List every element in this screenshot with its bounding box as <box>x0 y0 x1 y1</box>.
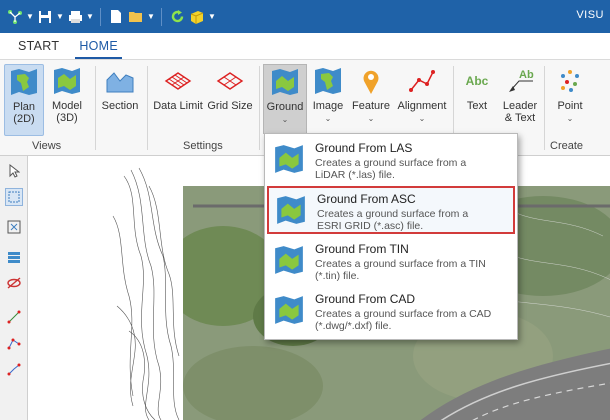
grid-size-button[interactable]: Grid Size <box>206 64 254 112</box>
open-folder-icon[interactable] <box>127 8 145 26</box>
chevron-down-icon[interactable]: ▼ <box>26 8 34 26</box>
section-profile-icon <box>103 64 137 98</box>
grid-limit-icon <box>161 64 195 98</box>
section-button[interactable]: Section <box>98 64 142 112</box>
plan-label: Plan (2D) <box>12 101 36 125</box>
plan-2d-button[interactable]: Plan (2D) <box>4 64 44 136</box>
chevron-down-icon: ⌄ <box>281 115 289 124</box>
leader-text-button[interactable]: Ab Leader & Text <box>500 64 540 124</box>
menu-item-description: Creates a ground surface from a ESRI GRI… <box>317 208 469 232</box>
window-title: VISU <box>576 9 604 21</box>
ground-button[interactable]: Ground ⌄ <box>263 64 307 134</box>
polyline-vertex-icon[interactable] <box>5 334 23 352</box>
data-limit-button[interactable]: Data Limit <box>151 64 205 112</box>
leader-text-label: Leader & Text <box>502 100 538 124</box>
leader-text-icon: Ab <box>503 64 537 98</box>
title-bar: ▼ ▼ ▼ ▼ ▼ VISU <box>0 0 610 33</box>
grid-size-icon <box>213 64 247 98</box>
refresh-icon[interactable] <box>168 8 186 26</box>
alignment-tool-icon[interactable] <box>5 360 23 378</box>
menu-item-ground-from-asc[interactable]: Ground From ASC Creates a ground surface… <box>267 186 515 234</box>
section-label: Section <box>101 100 139 112</box>
group-separator <box>259 66 260 150</box>
cube-icon[interactable] <box>188 8 206 26</box>
model-3d-button[interactable]: Model (3D) <box>46 64 88 124</box>
app-logo-icon[interactable] <box>6 8 24 26</box>
group-label-settings: Settings <box>183 140 223 152</box>
chevron-down-icon: ⌄ <box>566 114 574 123</box>
hide-eye-icon[interactable] <box>5 274 23 292</box>
chevron-down-icon: ⌄ <box>367 114 375 123</box>
point-cloud-icon <box>553 64 587 98</box>
layers-icon[interactable] <box>5 248 23 266</box>
save-icon[interactable] <box>36 8 54 26</box>
print-icon[interactable] <box>66 8 84 26</box>
toolbar-separator <box>161 7 162 26</box>
menu-item-title: Ground From CAD <box>315 292 416 306</box>
ground-map-icon <box>273 143 305 175</box>
group-label-views: Views <box>32 140 62 152</box>
ground-map-icon <box>268 65 302 99</box>
image-map-icon <box>311 64 345 98</box>
ground-map-icon <box>273 244 305 276</box>
chevron-down-icon: ⌄ <box>324 114 332 123</box>
chevron-down-icon: ⌄ <box>418 114 426 123</box>
map-pin-icon <box>354 64 388 98</box>
group-separator <box>95 66 96 150</box>
menu-item-title: Ground From TIN <box>315 242 409 256</box>
ground-map-icon <box>275 194 307 226</box>
new-file-icon[interactable] <box>107 8 125 26</box>
open-dropdown-icon[interactable]: ▼ <box>147 8 155 26</box>
svg-text:Ab: Ab <box>519 69 534 81</box>
alignment-icon <box>405 64 439 98</box>
print-dropdown-icon[interactable]: ▼ <box>86 8 94 26</box>
data-limit-label: Data Limit <box>153 100 203 112</box>
alignment-label: Alignment <box>397 100 447 112</box>
ground-label: Ground <box>266 101 304 113</box>
feature-label: Feature <box>352 100 390 112</box>
image-button[interactable]: Image ⌄ <box>309 64 347 125</box>
cube-dropdown-icon[interactable]: ▼ <box>208 8 216 26</box>
model-label: Model (3D) <box>52 100 82 124</box>
box-select-icon[interactable] <box>5 188 23 206</box>
point-label: Point <box>557 100 583 112</box>
map-africa-icon <box>7 65 41 99</box>
menu-item-description: Creates a ground surface from a CAD (*.d… <box>315 308 492 332</box>
feature-button[interactable]: Feature ⌄ <box>350 64 392 125</box>
point-button[interactable]: Point ⌄ <box>548 64 592 125</box>
tab-start[interactable]: START <box>14 39 63 59</box>
text-label: Text <box>466 100 488 112</box>
ground-map-icon <box>273 294 305 326</box>
menu-item-title: Ground From LAS <box>315 141 413 155</box>
menu-item-ground-from-cad[interactable]: Ground From CAD Creates a ground surface… <box>267 288 515 336</box>
menu-item-title: Ground From ASC <box>317 192 416 206</box>
ribbon-tabs: START HOME <box>0 33 610 60</box>
ground-dropdown-menu: Ground From LAS Creates a ground surface… <box>264 133 518 340</box>
alignment-button[interactable]: Alignment ⌄ <box>395 64 449 125</box>
select-arrow-icon[interactable] <box>5 162 23 180</box>
menu-item-description: Creates a ground surface from a LiDAR (*… <box>315 157 467 181</box>
menu-item-ground-from-las[interactable]: Ground From LAS Creates a ground surface… <box>267 137 515 185</box>
group-label-create: Create <box>550 140 584 152</box>
grid-size-label: Grid Size <box>207 100 253 112</box>
fit-extents-icon[interactable] <box>5 218 23 236</box>
menu-item-description: Creates a ground surface from a TIN (*.t… <box>315 258 486 282</box>
text-abc-icon: Abc <box>465 74 489 88</box>
polyline-icon[interactable] <box>5 308 23 326</box>
menu-item-ground-from-tin[interactable]: Ground From TIN Creates a ground surface… <box>267 238 515 286</box>
map-3d-icon <box>50 64 84 98</box>
toolbar-separator <box>100 7 101 26</box>
group-separator <box>544 66 545 150</box>
group-separator <box>147 66 148 150</box>
tab-home[interactable]: HOME <box>75 39 123 59</box>
save-dropdown-icon[interactable]: ▼ <box>56 8 64 26</box>
quick-access-toolbar: ▼ ▼ ▼ ▼ ▼ <box>6 5 216 29</box>
text-button[interactable]: Abc Text <box>456 64 498 112</box>
image-label: Image <box>312 100 344 112</box>
left-toolbar <box>0 156 28 420</box>
